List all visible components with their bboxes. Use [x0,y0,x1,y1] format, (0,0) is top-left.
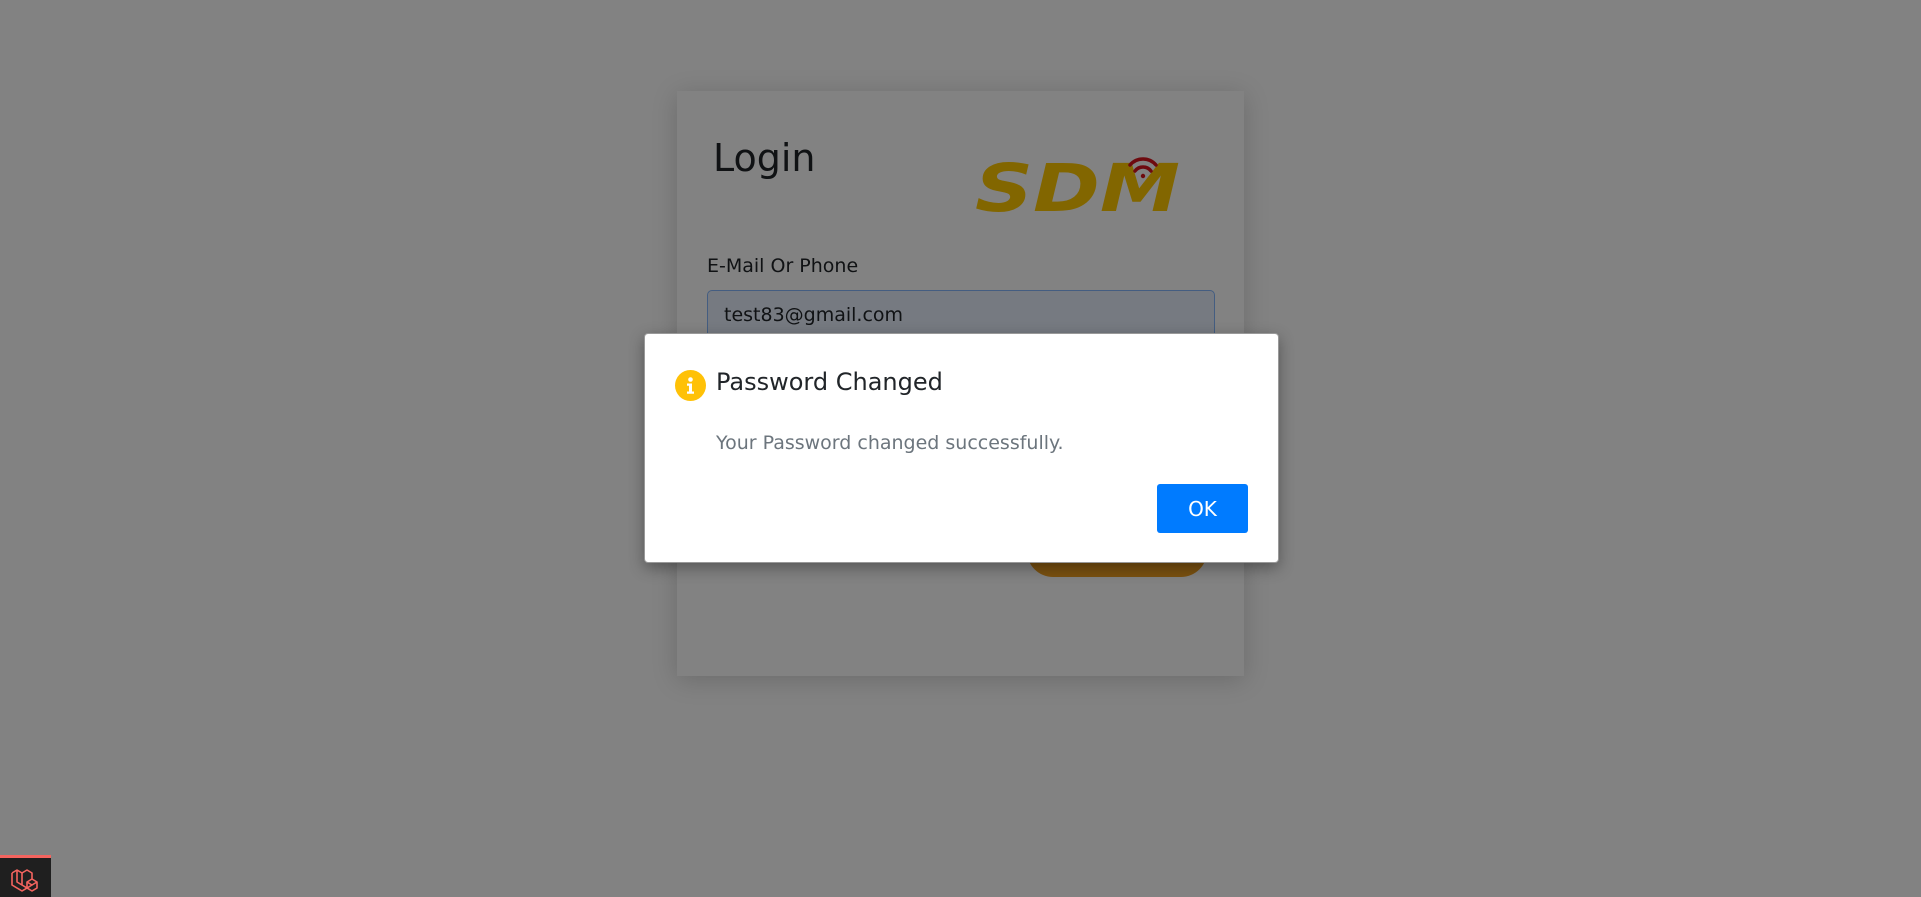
info-icon [675,370,706,401]
password-changed-dialog: Password Changed Your Password changed s… [644,333,1279,563]
laravel-icon [11,869,38,892]
dialog-message: Your Password changed successfully. [716,432,1064,454]
ok-button[interactable]: OK [1157,484,1248,533]
dialog-title: Password Changed [716,368,943,396]
debugbar-toggle[interactable] [0,855,51,897]
